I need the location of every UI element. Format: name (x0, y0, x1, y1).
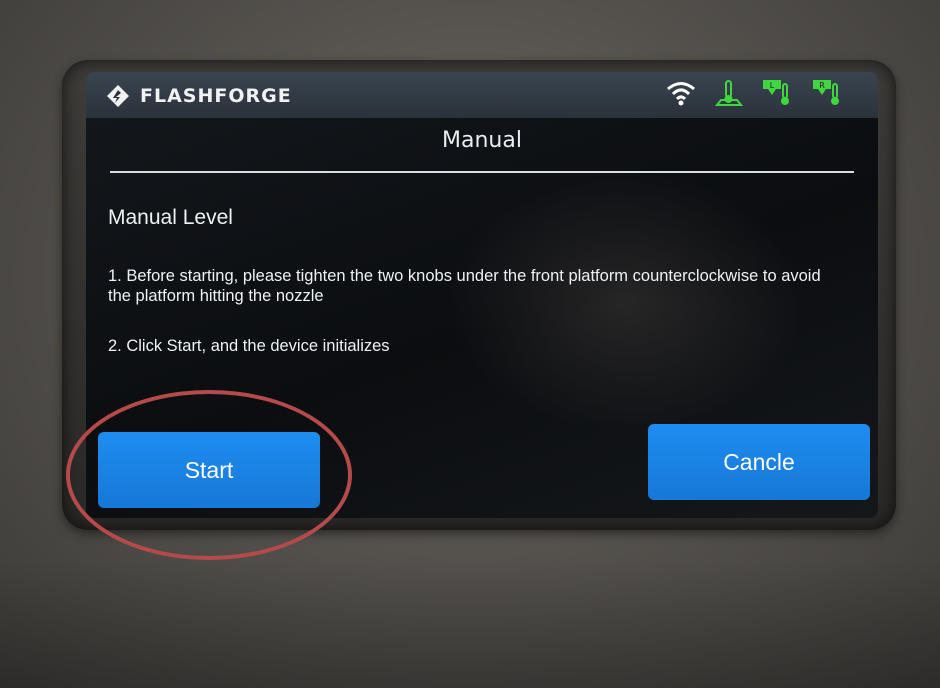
right-badge: R (819, 81, 825, 90)
cancel-button[interactable]: Cancle (648, 424, 870, 500)
page-title: Manual (442, 128, 522, 153)
instruction-step-1: 1. Before starting, please tighten the t… (108, 267, 821, 305)
brand-name: FLASHFORGE (140, 85, 292, 107)
left-badge: L (770, 81, 775, 90)
wifi-icon (666, 80, 696, 110)
section-heading: Manual Level (108, 206, 233, 229)
left-extruder-temperature-icon: L (762, 78, 794, 112)
brand-logo: FLASHFORGE (106, 82, 292, 110)
instruction-step-2: 2. Click Start, and the device initializ… (108, 337, 390, 355)
touchscreen: FLASHFORGE L R Manual Manual Level 1. Be… (86, 72, 878, 518)
right-extruder-temperature-icon: R (812, 78, 844, 112)
platform-temperature-icon (714, 78, 744, 112)
title-divider (110, 171, 854, 173)
status-bar: FLASHFORGE L R (86, 72, 878, 118)
printer-base-shadow (0, 560, 940, 688)
flashforge-logo-icon (107, 85, 129, 107)
status-icons: L R (666, 78, 844, 112)
start-button[interactable]: Start (98, 432, 320, 508)
